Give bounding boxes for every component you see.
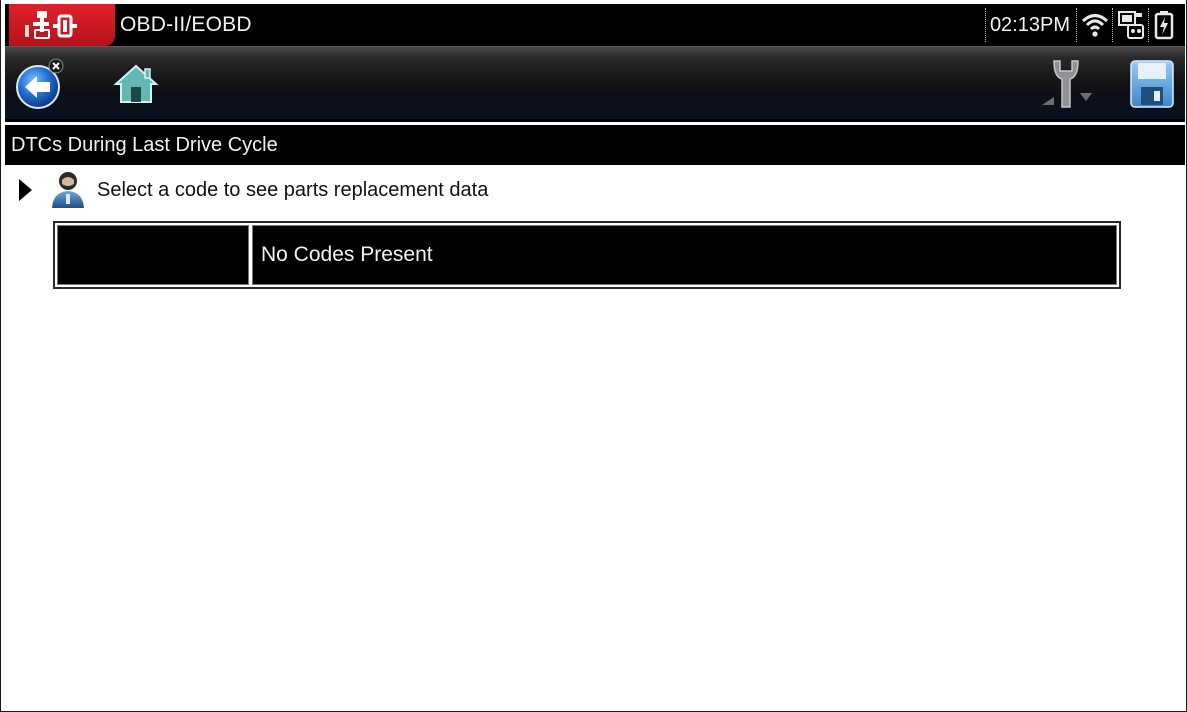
wifi-icon <box>1077 8 1113 42</box>
status-bar: OBD-II/EOBD 02:13PM <box>5 4 1185 46</box>
wrench-icon <box>1042 60 1092 108</box>
battery-icon <box>1149 8 1179 42</box>
toolbar <box>5 46 1185 122</box>
code-cell[interactable] <box>57 225 249 285</box>
floppy-disk-icon <box>1130 60 1174 108</box>
instruction-text: Select a code to see parts replacement d… <box>97 178 489 201</box>
vehicle-connection-icon <box>25 11 77 39</box>
back-button[interactable] <box>11 50 73 118</box>
save-button[interactable] <box>1121 50 1183 118</box>
technician-icon <box>52 172 84 208</box>
code-table: No Codes Present <box>53 221 1121 289</box>
home-button[interactable] <box>105 50 167 118</box>
expand-arrow-icon[interactable] <box>15 176 35 204</box>
screen-title: DTCs During Last Drive Cycle <box>5 125 1185 165</box>
app-title: OBD-II/EOBD <box>120 13 252 36</box>
status-icons: 02:13PM <box>984 8 1179 42</box>
instruction-row: Select a code to see parts replacement d… <box>15 170 488 210</box>
app-window: OBD-II/EOBD 02:13PM DTCs During Last Dri… <box>0 0 1187 712</box>
code-description-cell[interactable]: No Codes Present <box>252 225 1117 285</box>
clock: 02:13PM <box>984 8 1077 42</box>
app-badge <box>9 4 115 46</box>
home-icon <box>113 64 159 103</box>
tools-button[interactable] <box>1035 50 1097 118</box>
back-arrow-icon <box>16 58 64 109</box>
network-icon <box>1113 8 1149 42</box>
